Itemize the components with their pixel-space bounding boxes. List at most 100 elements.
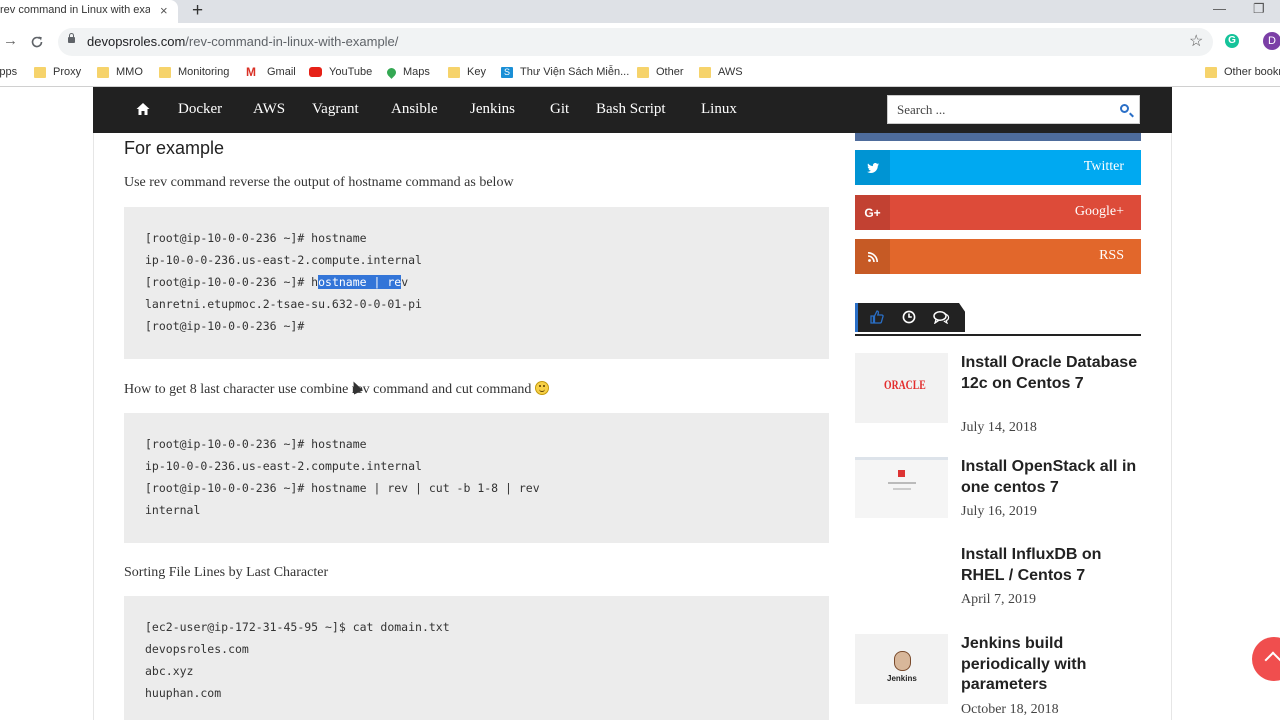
grammarly-extension-icon[interactable]: G [1225, 34, 1239, 48]
nav-aws[interactable]: AWS [253, 101, 285, 118]
google-plus-icon: G+ [855, 195, 890, 230]
post-date: July 14, 2018 [961, 420, 1037, 435]
comments-icon[interactable] [933, 310, 950, 324]
nav-docker[interactable]: Docker [178, 101, 222, 118]
post-item[interactable]: Install InfluxDB on RHEL / Centos 7 Apri… [855, 545, 1141, 615]
bookmark-maps[interactable]: Maps [385, 63, 430, 81]
section-heading: For example [124, 138, 225, 158]
site-search [887, 95, 1140, 124]
forward-icon[interactable]: → [3, 32, 18, 49]
nav-ansible[interactable]: Ansible [391, 101, 438, 118]
gmail-icon: M [246, 64, 256, 79]
google-plus-label: Google+ [1074, 204, 1124, 219]
google-plus-button[interactable]: G+ Google+ [855, 195, 1141, 230]
s-icon: S [501, 66, 513, 78]
smiley-emoji-icon [535, 381, 550, 395]
paragraph-rev-intro: Use rev command reverse the output of ho… [124, 175, 514, 190]
bookmarks-bar: Apps Proxy MMO Monitoring MGmail YouTube… [0, 60, 1280, 87]
post-item[interactable]: Jenkins Jenkins build periodically with … [855, 634, 1141, 720]
post-item[interactable]: ORACLE Install Oracle Database 12c on Ce… [855, 353, 1141, 443]
rss-icon [855, 239, 890, 274]
rss-button[interactable]: RSS [855, 239, 1141, 274]
post-title[interactable]: Install OpenStack all in one centos 7 [961, 457, 1141, 498]
folder-icon [97, 66, 109, 78]
code-line: devopsroles.com [145, 642, 249, 656]
post-thumbnail[interactable]: Jenkins [855, 634, 948, 704]
post-thumbnail[interactable] [855, 457, 948, 518]
folder-icon [699, 66, 711, 78]
bookmark-key[interactable]: Key [448, 63, 486, 81]
nav-git[interactable]: Git [550, 101, 569, 118]
code-line: [ec2-user@ip-172-31-45-95 ~]$ cat domain… [145, 620, 450, 634]
code-line: ip-10-0-0-236.us-east-2.compute.internal [145, 253, 422, 267]
jenkins-logo-icon [894, 651, 911, 671]
restore-button[interactable]: ❐ [1253, 1, 1265, 17]
bookmark-star-icon[interactable]: ☆ [1189, 31, 1203, 51]
post-date: April 7, 2019 [961, 592, 1037, 607]
url-text[interactable]: devopsroles.com/rev-command-in-linux-wit… [87, 34, 398, 49]
active-tab-indicator [855, 303, 858, 332]
paragraph-sorting: Sorting File Lines by Last Character [124, 565, 329, 580]
tab-title: rev command in Linux with example [0, 4, 150, 16]
folder-icon [637, 66, 649, 78]
profile-avatar[interactable]: D [1263, 32, 1280, 50]
folder-icon [34, 66, 46, 78]
browser-toolbar: → devopsroles.com/rev-command-in-linux-w… [0, 23, 1280, 60]
browser-tabstrip: rev command in Linux with example × + — … [0, 0, 1280, 23]
bookmark-other-bookmarks[interactable]: Other bookmarks [1205, 63, 1280, 81]
text-selection: ostname | re [318, 275, 402, 289]
code-line: lanretni.etupmoc.2-tsae-su.632-0-0-01-pi [145, 297, 422, 311]
nav-linux[interactable]: Linux [701, 101, 737, 118]
clock-icon[interactable] [902, 310, 916, 324]
home-icon[interactable] [136, 102, 150, 116]
youtube-icon [309, 67, 322, 77]
code-line: [root@ip-10-0-0-236 ~]# hostname [145, 437, 367, 451]
post-title[interactable]: Install Oracle Database 12c on Centos 7 [961, 353, 1141, 394]
bookmark-mmo[interactable]: MMO [97, 63, 143, 81]
bookmark-apps[interactable]: Apps [0, 63, 17, 81]
bookmark-proxy[interactable]: Proxy [34, 63, 81, 81]
oracle-logo-text: ORACLE [884, 377, 926, 392]
post-title[interactable]: Install InfluxDB on RHEL / Centos 7 [961, 545, 1141, 586]
post-item[interactable]: Install OpenStack all in one centos 7 Ju… [855, 457, 1141, 527]
scroll-to-top-button[interactable] [1252, 637, 1280, 681]
reload-icon[interactable] [30, 35, 44, 49]
code-line-selected: [root@ip-10-0-0-236 ~]# hostname | rev [145, 275, 409, 289]
code-block-cut: [root@ip-10-0-0-236 ~]# hostname ip-10-0… [124, 413, 829, 543]
post-date: October 18, 2018 [961, 702, 1059, 717]
address-bar[interactable]: devopsroles.com/rev-command-in-linux-wit… [58, 28, 1213, 56]
post-title[interactable]: Jenkins build periodically with paramete… [961, 634, 1141, 696]
bookmark-youtube[interactable]: YouTube [309, 63, 372, 81]
openstack-logo-icon [898, 470, 905, 477]
twitter-button[interactable]: Twitter [855, 150, 1141, 185]
bookmark-thu-vien[interactable]: S Thư Viện Sách Miễn... [501, 63, 629, 81]
twitter-label: Twitter [1083, 159, 1124, 174]
code-line: [root@ip-10-0-0-236 ~]# hostname [145, 231, 367, 245]
folder-icon [448, 66, 460, 78]
tab-close-icon[interactable]: × [160, 3, 168, 18]
search-input[interactable] [895, 101, 1109, 119]
bookmark-monitoring[interactable]: Monitoring [159, 63, 229, 81]
site-navbar: Docker AWS Vagrant Ansible Jenkins Git B… [93, 87, 1172, 133]
nav-bash-script[interactable]: Bash Script [596, 101, 666, 118]
maps-icon [385, 65, 398, 79]
code-line: [root@ip-10-0-0-236 ~]# [145, 319, 305, 333]
code-line: [root@ip-10-0-0-236 ~]# hostname | rev |… [145, 481, 540, 495]
search-icon[interactable] [1120, 104, 1129, 113]
new-tab-button[interactable]: + [192, 0, 203, 22]
folder-icon [159, 66, 171, 78]
nav-jenkins[interactable]: Jenkins [470, 101, 515, 118]
code-line: abc.xyz [145, 664, 194, 678]
jenkins-logo-text: Jenkins [887, 674, 917, 683]
browser-tab[interactable]: rev command in Linux with example × [0, 0, 178, 23]
minimize-button[interactable]: — [1213, 1, 1226, 16]
rss-label: RSS [1099, 248, 1124, 263]
bookmark-other[interactable]: Other [637, 63, 684, 81]
facebook-button-partial[interactable] [855, 133, 1141, 141]
thumbs-up-icon[interactable] [870, 310, 884, 324]
code-line: ip-10-0-0-236.us-east-2.compute.internal [145, 459, 422, 473]
bookmark-gmail[interactable]: M Gmail [246, 63, 296, 81]
post-thumbnail[interactable]: ORACLE [855, 353, 948, 423]
bookmark-aws[interactable]: AWS [699, 63, 743, 81]
nav-vagrant[interactable]: Vagrant [312, 101, 359, 118]
